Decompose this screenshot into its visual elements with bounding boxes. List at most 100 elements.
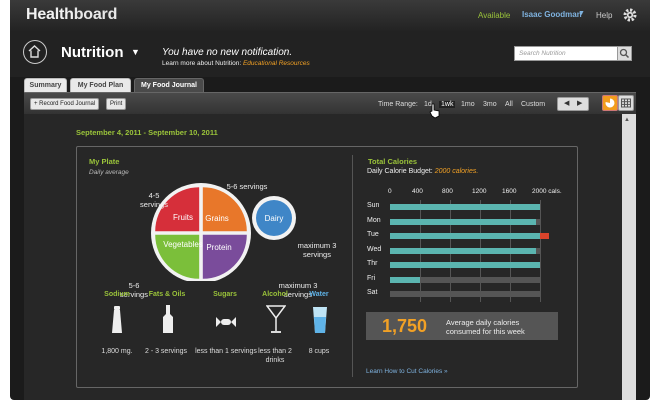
tab-summary[interactable]: Summary	[24, 78, 67, 92]
nutrient-water-value: 8 cups	[308, 348, 330, 355]
day-label: Sun	[367, 202, 380, 209]
average-calories-value: 1,750	[382, 316, 428, 336]
grains-servings: 5-6 servings	[226, 182, 268, 191]
axis-tick-label: 2000 cals.	[532, 188, 562, 195]
plate-segment-protein[interactable]	[202, 234, 247, 279]
axis-tick-label: 1600	[502, 188, 517, 195]
range-option-custom[interactable]: Custom	[521, 101, 545, 108]
calorie-bar-track	[390, 247, 540, 254]
date-range: September 4, 2011 - September 10, 2011	[76, 128, 218, 137]
mouse-pointer-icon	[429, 103, 440, 119]
section-divider	[352, 155, 353, 377]
user-name[interactable]: Isaac Goodman	[522, 10, 582, 19]
my-plate-title: My Plate	[89, 157, 120, 166]
segment-label-protein: Protein	[206, 243, 231, 252]
total-calories-title: Total Calories	[368, 157, 418, 166]
calorie-bar-track	[390, 204, 540, 210]
day-label: Thr	[367, 260, 378, 267]
page-title: Nutrition	[61, 44, 124, 61]
calorie-bar-track	[390, 276, 540, 283]
calorie-bar-track	[390, 291, 540, 297]
toolbar: + Record Food Journal Print Time Range: …	[24, 92, 636, 114]
nutrient-fats-value: 2 - 3 servings	[144, 348, 188, 355]
page-header: Nutrition ▼ You have no new notification…	[10, 32, 650, 77]
educational-resources-link[interactable]: Educational Resources	[243, 60, 310, 67]
pie-chart-icon	[605, 98, 615, 108]
print-button[interactable]: Print	[106, 98, 127, 110]
calorie-bar-overage	[540, 233, 549, 239]
day-label: Fri	[367, 274, 376, 282]
content-area: September 4, 2011 - September 10, 2011 M…	[24, 114, 622, 400]
water-glass-icon	[313, 307, 327, 333]
dairy-servings: maximum 3 servings	[297, 241, 337, 259]
calorie-bar[interactable]	[390, 276, 420, 283]
cut-calories-link[interactable]: Learn How to Cut Calories »	[366, 368, 448, 375]
learn-more-text: Learn more about Nutrition: Educational …	[162, 60, 310, 67]
calorie-bar-track	[390, 218, 540, 225]
segment-label-fruits: Fruits	[173, 213, 193, 222]
range-option-3mo[interactable]: 3mo	[483, 101, 497, 108]
search-button[interactable]	[617, 46, 632, 61]
day-label: Mon	[367, 216, 381, 224]
status-available[interactable]: Available	[478, 11, 510, 20]
day-label: Wed	[367, 245, 382, 253]
tab-my-food-plan[interactable]: My Food Plan	[70, 78, 131, 92]
day-label: Sat	[367, 289, 378, 296]
nutrient-water-title: Water	[309, 291, 329, 298]
chevron-down-icon[interactable]: ▼	[131, 47, 140, 57]
pie-view-button[interactable]	[602, 95, 618, 111]
oil-bottle-icon	[163, 305, 173, 333]
segment-label-dairy: Dairy	[265, 214, 284, 223]
app-logo[interactable]: Healthboard	[26, 6, 117, 24]
calorie-bar[interactable]	[390, 247, 537, 254]
nutrient-sugars-value: less than 1 servings	[195, 348, 257, 355]
help-link[interactable]: Help	[596, 11, 612, 20]
candy-icon	[216, 317, 236, 327]
date-nav-arrows: ◀ ▶	[557, 97, 589, 111]
calorie-bar-track	[390, 233, 549, 239]
axis-tick-label: 1200	[472, 188, 487, 195]
fruits-servings: 4-5 servings	[140, 191, 168, 209]
calorie-budget: Daily Calorie Budget: 2000 calories.	[367, 168, 479, 175]
axis-tick-label: 800	[442, 188, 453, 195]
calorie-bar-track	[390, 262, 540, 268]
top-bar: Healthboard Available Isaac Goodman ▼ He…	[10, 0, 650, 32]
range-option-1mo[interactable]: 1mo	[461, 101, 475, 108]
home-glyph-icon	[28, 45, 41, 58]
axis-tick-label: 0	[388, 188, 392, 195]
prev-arrow-icon[interactable]: ◀	[564, 99, 569, 107]
next-arrow-icon[interactable]: ▶	[577, 99, 582, 107]
gear-icon[interactable]	[622, 7, 638, 23]
vertical-scrollbar[interactable]: ▲	[622, 114, 636, 400]
table-icon	[621, 98, 631, 108]
record-food-journal-button[interactable]: + Record Food Journal	[30, 98, 100, 110]
segment-label-grains: Grains	[205, 214, 229, 223]
calorie-bar[interactable]	[390, 262, 540, 268]
calorie-bar[interactable]	[390, 204, 540, 210]
average-calories-box: 1,750 Average daily calories consumed for…	[366, 312, 558, 340]
calorie-bar[interactable]	[390, 233, 540, 239]
range-option-1wk[interactable]: 1wk	[439, 101, 456, 108]
salt-shaker-icon	[112, 306, 122, 333]
app-window: Healthboard Available Isaac Goodman ▼ He…	[10, 0, 650, 400]
home-icon[interactable]	[23, 40, 47, 64]
nutrient-fats-title: Fats & Oils	[148, 291, 186, 298]
average-calories-label: Average daily calories consumed for this …	[446, 318, 525, 336]
plate-segment-grains[interactable]	[202, 187, 247, 232]
martini-glass-icon	[266, 305, 286, 333]
table-view-button[interactable]	[618, 95, 634, 111]
grid-line	[540, 200, 541, 302]
segment-label-vegetables: Vegetables	[163, 240, 203, 249]
calorie-bar[interactable]	[390, 218, 537, 225]
day-label: Tue	[367, 231, 379, 238]
search-input[interactable]: Search Nutrition	[514, 46, 618, 61]
my-plate-subtitle: Daily average	[89, 169, 129, 176]
notification-text: You have no new notification.	[162, 47, 293, 58]
time-range-label: Time Range:	[378, 101, 418, 108]
range-option-all[interactable]: All	[505, 101, 513, 108]
scroll-up-arrow-icon[interactable]: ▲	[624, 117, 630, 123]
tab-my-food-journal[interactable]: My Food Journal	[134, 78, 204, 93]
chevron-down-icon[interactable]: ▼	[578, 10, 585, 17]
search-icon	[619, 48, 630, 59]
axis-tick-label: 400	[412, 188, 423, 195]
